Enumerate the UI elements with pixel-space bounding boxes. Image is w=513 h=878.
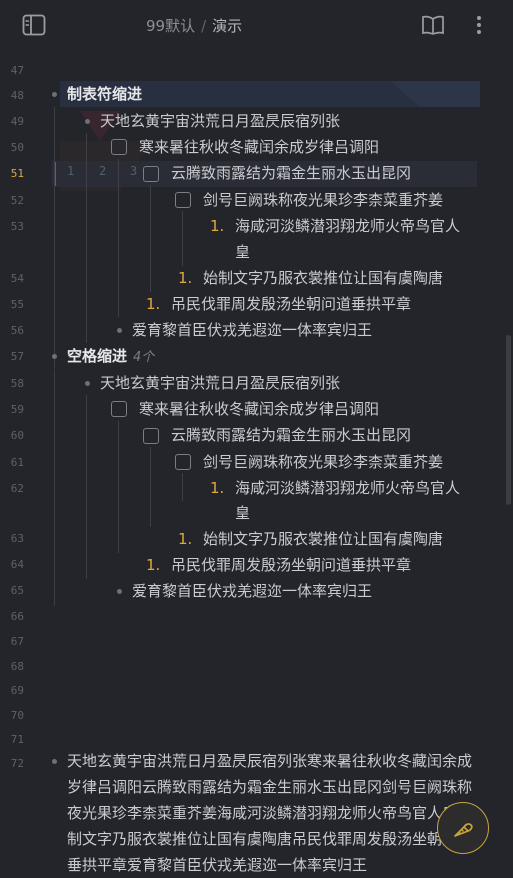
ordered-item: 海咸河淡鳞潜羽翔龙师火帝鸟官人 — [235, 217, 461, 235]
line-number-active: 51 — [10, 167, 24, 180]
more-vertical-icon[interactable] — [466, 12, 492, 38]
line-number: 71 — [10, 733, 24, 746]
line-number: 48 — [10, 89, 24, 102]
list-bullet — [85, 381, 90, 386]
ordered-item: 吊民伐罪周发殷汤坐朝问道垂拱平章 — [171, 556, 412, 574]
tab-marker-2: 2 — [99, 164, 107, 178]
indent-guide — [150, 185, 151, 292]
checkbox[interactable] — [175, 192, 191, 208]
line-number: 47 — [10, 64, 24, 77]
task-item: 剑号巨阙珠称夜光果珍李柰菜重芥姜 — [203, 453, 444, 471]
section-heading: 制表符缩进 — [67, 85, 143, 103]
checkbox[interactable] — [111, 401, 127, 417]
line-number: 64 — [10, 558, 24, 571]
line-number: 70 — [10, 709, 24, 722]
book-icon[interactable] — [420, 12, 446, 38]
breadcrumb-current[interactable]: 演示 — [212, 17, 242, 35]
indent-guide — [182, 473, 183, 501]
tab-marker-1: 1 — [67, 164, 75, 178]
line-number: 50 — [10, 141, 24, 154]
indent-guide — [150, 447, 151, 527]
indent-guide — [182, 211, 183, 266]
task-item: 寒来暑往秋收冬藏闰余成岁律吕调阳 — [139, 138, 380, 156]
checkbox[interactable] — [175, 454, 191, 470]
breadcrumb-root[interactable]: 99默认 — [146, 17, 195, 35]
checkbox[interactable] — [143, 166, 159, 182]
list-number: 1. — [146, 295, 161, 313]
indent-guide — [118, 159, 119, 317]
line-number: 72 — [10, 757, 24, 770]
list-item: 爱育黎首臣伏戎羌遐迩一体率宾归王 — [132, 321, 373, 339]
line-number: 53 — [10, 220, 24, 233]
line-number: 66 — [10, 610, 24, 623]
checkbox[interactable] — [143, 428, 159, 444]
sidebar-toggle-icon[interactable] — [21, 12, 47, 38]
task-item: 云腾致雨露结为霜金生丽水玉出昆冈 — [171, 164, 412, 182]
list-bullet — [117, 328, 122, 333]
indent-guide — [54, 370, 55, 606]
top-bar: 99默认 / 演示 — [0, 0, 513, 52]
line-number: 54 — [10, 272, 24, 285]
list-bullet — [52, 354, 57, 359]
ordered-item: 始制文字乃服衣裳推位让国有虞陶唐 — [203, 269, 444, 287]
indent-guide — [118, 421, 119, 553]
line-number: 67 — [10, 635, 24, 648]
task-item: 寒来暑往秋收冬藏闰余成岁律吕调阳 — [139, 400, 380, 418]
line-number: 68 — [10, 660, 24, 673]
line-number: 55 — [10, 298, 24, 311]
list-item: 天地玄黄宇宙洪荒日月盈昃辰宿列张 — [100, 374, 341, 392]
line-number: 69 — [10, 684, 24, 697]
checkbox[interactable] — [111, 139, 127, 155]
list-bullet — [117, 589, 122, 594]
list-number: 1. — [210, 217, 225, 235]
ordered-item-wrap: 皇 — [235, 504, 251, 522]
indent-guide — [86, 133, 87, 343]
tab-marker-3: 3 — [130, 164, 138, 178]
section-heading-text: 空格缩进 — [67, 347, 128, 365]
line-number: 62 — [10, 482, 24, 495]
task-item: 剑号巨阙珠称夜光果珍李柰菜重芥姜 — [203, 191, 444, 209]
list-item: 天地玄黄宇宙洪荒日月盈昃辰宿列张 — [100, 112, 341, 130]
line-number: 60 — [10, 429, 24, 442]
indent-guide — [86, 395, 87, 579]
list-number: 1. — [178, 530, 193, 548]
edit-fab-button[interactable] — [437, 802, 489, 854]
ordered-item: 海咸河淡鳞潜羽翔龙师火帝鸟官人 — [235, 479, 461, 497]
breadcrumb: 99默认 / 演示 — [146, 15, 242, 36]
line-number: 56 — [10, 324, 24, 337]
section-heading: 空格缩进 4个 — [67, 343, 154, 371]
fold-count-badge[interactable]: 4个 — [133, 350, 154, 365]
carrot-edit-icon — [454, 823, 473, 837]
editor[interactable]: 1 2 3 47 48 49 50 51 52 53 54 55 56 57 5… — [0, 52, 513, 877]
scrollbar-thumb[interactable] — [506, 335, 511, 505]
breadcrumb-separator: / — [201, 17, 207, 35]
line-number: 61 — [10, 456, 24, 469]
line-number: 63 — [10, 532, 24, 545]
line-number: 49 — [10, 115, 24, 128]
list-number: 1. — [210, 479, 225, 497]
paragraph-text: 天地玄黄宇宙洪荒日月盈昃辰宿列张寒来暑往秋收冬藏闰余成岁律吕调阳云腾致雨露结为霜… — [67, 752, 473, 874]
line-number: 59 — [10, 403, 24, 416]
ordered-item: 吊民伐罪周发殷汤坐朝问道垂拱平章 — [171, 295, 412, 313]
task-item: 云腾致雨露结为霜金生丽水玉出昆冈 — [171, 426, 412, 444]
indent-guide — [54, 107, 55, 369]
list-bullet — [85, 119, 90, 124]
ordered-item: 始制文字乃服衣裳推位让国有虞陶唐 — [203, 530, 444, 548]
list-bullet — [52, 92, 57, 97]
ordered-item-wrap: 皇 — [235, 243, 251, 261]
line-number: 57 — [10, 350, 24, 363]
line-number: 52 — [10, 194, 24, 207]
line-number: 65 — [10, 584, 24, 597]
list-number: 1. — [146, 556, 161, 574]
list-number: 1. — [178, 269, 193, 287]
list-item: 爱育黎首臣伏戎羌遐迩一体率宾归王 — [132, 582, 373, 600]
list-bullet — [52, 759, 57, 764]
line-number: 58 — [10, 377, 24, 390]
